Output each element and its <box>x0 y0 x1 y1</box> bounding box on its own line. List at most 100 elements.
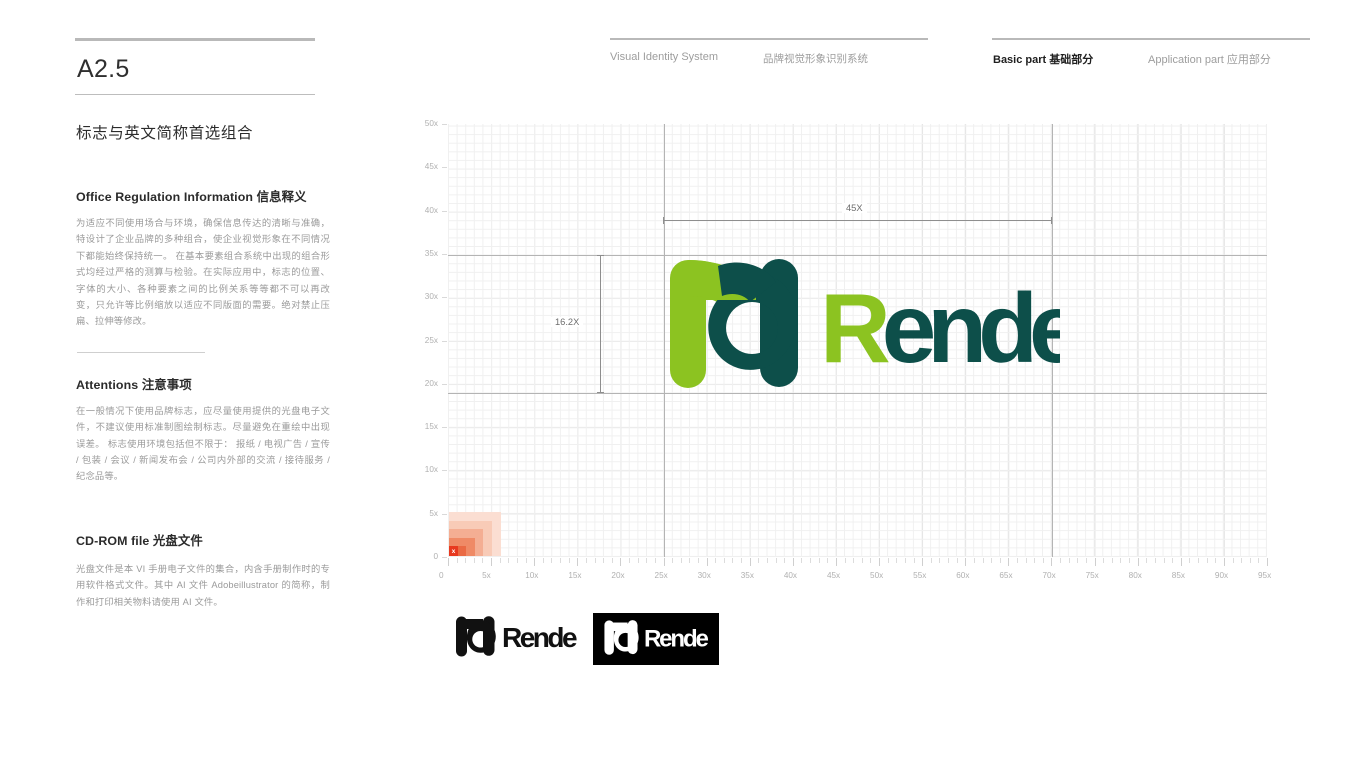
x-minor-tick <box>568 558 570 563</box>
section-heading-en: Office Regulation Information <box>76 190 254 204</box>
dim-cap-top <box>597 255 604 256</box>
section-divider <box>77 351 205 353</box>
left-text-column: A2.5 标志与英文简称首选组合 Office Regulation Infor… <box>75 38 330 610</box>
x-minor-tick <box>620 558 622 566</box>
x-tick-label: 60x <box>956 571 970 580</box>
x-tick-label: 15x <box>568 571 582 580</box>
x-minor-tick <box>1094 558 1096 566</box>
x-minor-tick <box>646 558 648 563</box>
x-minor-tick <box>551 558 553 563</box>
x-minor-tick <box>1016 558 1018 563</box>
dim-cap-right <box>1051 216 1052 224</box>
x-minor-tick <box>879 558 881 566</box>
origin-x-unit: x <box>449 546 458 556</box>
x-minor-tick <box>603 558 605 563</box>
section-body: 为适应不同使用场合与环境，确保信息传达的清晰与准确，特设计了企业品牌的多种组合，… <box>76 218 330 327</box>
x-minor-tick <box>577 558 579 566</box>
section-body: 光盘文件是本 VI 手册电子文件的集合，内含手册制作时的专用软件格式文件。其中 … <box>76 563 330 607</box>
dim-label-height: 16.2X <box>551 317 584 327</box>
logo-lockup-primary: Rende <box>660 250 1090 398</box>
x-minor-tick <box>448 558 449 566</box>
x-minor-tick <box>1223 558 1225 566</box>
x-minor-tick <box>698 558 699 563</box>
section-heading: Attentions 注意事项 <box>76 375 330 393</box>
logo-wordmark: Rende <box>820 273 1090 383</box>
x-tick-label: 5x <box>482 571 491 580</box>
y-tick-label: 20x <box>424 378 438 388</box>
page-title: 标志与英文简称首选组合 <box>76 125 254 142</box>
y-tick-label: 5x <box>429 508 438 518</box>
y-tick-label: 35x <box>424 248 438 258</box>
section-heading: CD-ROM file 光盘文件 <box>76 531 330 549</box>
x-minor-tick <box>956 558 958 563</box>
x-minor-tick <box>629 558 631 563</box>
x-minor-tick <box>1034 558 1036 563</box>
y-tick <box>442 427 447 429</box>
x-minor-tick <box>508 558 510 563</box>
x-minor-tick <box>456 558 458 563</box>
x-minor-tick <box>689 558 691 563</box>
x-tick-label: 40x <box>783 571 798 580</box>
section-attentions: Attentions 注意事项 在一般情况下使用品牌标志，应尽量使用提供的光盘电… <box>76 375 330 485</box>
x-minor-tick <box>1206 558 1208 563</box>
x-minor-tick <box>965 558 967 566</box>
x-minor-tick <box>896 558 898 563</box>
x-tick-label: 10x <box>525 571 539 580</box>
x-minor-tick <box>1172 558 1174 563</box>
x-tick-label: 65x <box>999 571 1013 580</box>
x-minor-tick <box>473 558 475 563</box>
x-minor-tick <box>930 558 932 563</box>
header-tab-app-cn: 应用部分 <box>1226 54 1271 66</box>
mid-rule <box>75 94 315 95</box>
x-minor-tick <box>654 558 656 563</box>
section-cdrom: CD-ROM file 光盘文件 光盘文件是本 VI 手册电子文件的集合，内含手… <box>76 531 330 610</box>
y-tick <box>442 167 447 169</box>
header-vis-system-en: Visual Identity System <box>610 51 719 63</box>
x-minor-tick <box>913 558 915 563</box>
logo-variant-1-svg: Rende <box>456 616 580 657</box>
x-minor-tick <box>1129 558 1131 563</box>
vi-manual-page: A2.5 标志与英文简称首选组合 Office Regulation Infor… <box>0 0 1366 768</box>
x-minor-tick <box>775 558 777 563</box>
y-tick-label: 10x <box>424 465 438 475</box>
x-minor-tick <box>560 558 562 563</box>
x-minor-tick <box>491 558 493 566</box>
x-minor-tick <box>542 558 544 563</box>
header-tab-basic-part[interactable]: Basic part 基础部分 <box>993 51 1093 67</box>
x-tick-label: 45x <box>826 571 841 580</box>
y-tick <box>442 557 447 558</box>
x-minor-tick <box>1215 558 1217 563</box>
page-header: Visual Identity System 品牌视觉形象识别系统 Basic … <box>610 38 1310 78</box>
x-minor-tick <box>525 558 527 563</box>
x-minor-tick <box>818 558 820 563</box>
x-minor-tick <box>904 558 906 563</box>
x-minor-tick <box>706 558 708 566</box>
x-minor-tick <box>741 558 743 563</box>
y-tick <box>442 124 447 125</box>
section-heading-cn: 光盘文件 <box>152 533 203 548</box>
x-minor-tick <box>663 558 665 566</box>
y-tick <box>442 470 447 472</box>
x-minor-tick <box>732 558 734 563</box>
x-tick-label: 85x <box>1171 571 1185 580</box>
x-minor-tick <box>1241 558 1243 563</box>
section-heading-en: CD-ROM file <box>76 533 150 548</box>
x-minor-tick <box>482 558 484 563</box>
header-tab-basic-cn: 基础部分 <box>1049 54 1094 66</box>
x-minor-tick <box>810 558 812 563</box>
x-minor-tick <box>1060 558 1062 563</box>
x-axis-ticks <box>448 558 1268 567</box>
x-minor-tick <box>982 558 984 563</box>
header-tab-application-part[interactable]: Application part 应用部分 <box>1148 51 1271 67</box>
y-tick <box>442 210 447 212</box>
x-minor-tick <box>1198 558 1200 563</box>
y-tick-label: 0 <box>433 552 438 561</box>
x-minor-tick <box>534 558 536 566</box>
y-tick-label: 40x <box>424 205 438 215</box>
x-tick-label: 55x <box>913 571 927 580</box>
x-tick-label: 30x <box>697 571 711 580</box>
x-minor-tick <box>939 558 941 563</box>
top-rule <box>75 38 315 41</box>
section-body: 在一般情况下使用品牌标志，应尽量使用提供的光盘电子文件，不建议使用标准制图绘制标… <box>76 405 330 482</box>
logo-svg: Rende <box>670 259 1090 388</box>
